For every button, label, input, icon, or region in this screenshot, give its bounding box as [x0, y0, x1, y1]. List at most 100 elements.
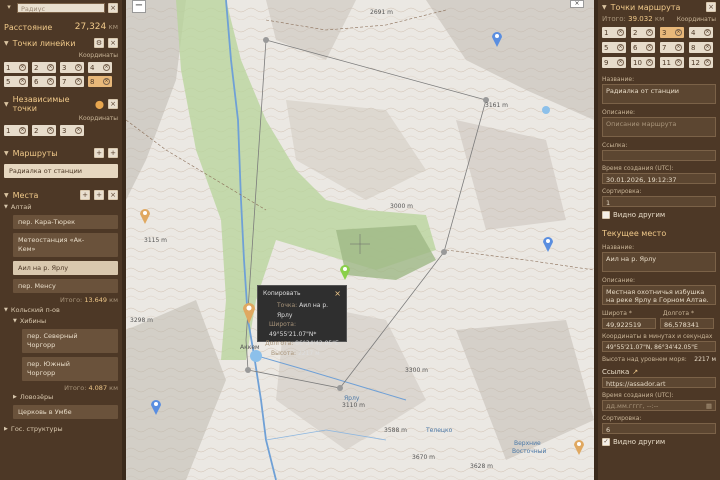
point-chip[interactable]: 8 × [88, 76, 112, 87]
place-item[interactable]: пер. Менсу [13, 279, 118, 293]
place-item[interactable]: пер. Кара-Тюрек [13, 215, 118, 229]
add-icon[interactable]: + [80, 190, 90, 200]
folder-lovozery[interactable]: ▶ Ловозёры [13, 393, 118, 401]
copy-button[interactable]: Копировать [263, 290, 300, 297]
place-marker-icon[interactable] [491, 30, 503, 48]
place-sort-field[interactable]: 6 [602, 423, 716, 434]
point-chip[interactable]: 3 × [60, 62, 84, 73]
point-chip[interactable]: 3 × [60, 125, 84, 136]
point-chip[interactable]: 5 × [4, 76, 28, 87]
place-item-selected[interactable]: Аил на р. Ярлу [13, 261, 118, 275]
radius-input[interactable]: Радиус [17, 3, 105, 13]
routes-header[interactable]: ▼ Маршруты + + [4, 148, 118, 158]
close-icon[interactable]: × [108, 99, 118, 109]
point-chip[interactable]: 1 × [4, 62, 28, 73]
point-chip[interactable]: 2 × [32, 125, 56, 136]
close-icon[interactable]: × [706, 2, 716, 12]
route-points-header[interactable]: ▼ Точки маршрута × [602, 2, 716, 12]
place-item[interactable]: пер. Южный Чоргорр [22, 357, 118, 381]
remove-icon[interactable]: × [646, 29, 653, 36]
place-item[interactable]: пер. Северный Чоргорр [22, 329, 118, 353]
remove-icon[interactable]: × [617, 59, 624, 66]
place-marker-icon[interactable] [542, 235, 554, 253]
map-view[interactable]: 2691 m 3161 m 3000 m 3115 m 3298 m 3300 … [126, 0, 594, 480]
indep-header[interactable]: ▼ Независимые точки ⬤ × [4, 95, 118, 113]
route-vertex[interactable] [263, 37, 269, 43]
places-header[interactable]: ▼ Места + + × [4, 190, 118, 200]
pin-icon[interactable]: ⬤ [95, 100, 104, 109]
point-chip[interactable]: 9 × [602, 57, 626, 68]
route-name-field[interactable]: Радиалка от станции [602, 84, 716, 104]
folder-gos[interactable]: ▶ Гос. структуры [4, 425, 118, 433]
remove-icon[interactable]: × [704, 44, 711, 51]
point-chip[interactable]: 7 × [60, 76, 84, 87]
place-item[interactable]: Церковь в Умбе [13, 405, 118, 419]
route-vertex[interactable] [245, 367, 251, 373]
point-chip[interactable]: 11 × [660, 57, 684, 68]
point-chip[interactable]: 2 × [32, 62, 56, 73]
route-link-field[interactable] [602, 150, 716, 161]
remove-icon[interactable]: × [646, 59, 653, 66]
coords-min-field[interactable]: 49°55'21.07"N, 86°34'42.05"E [602, 341, 716, 352]
remove-icon[interactable]: × [675, 44, 682, 51]
remove-icon[interactable]: × [646, 44, 653, 51]
remove-icon[interactable]: × [19, 78, 26, 85]
add-icon[interactable]: + [94, 148, 104, 158]
close-icon[interactable]: × [108, 3, 118, 13]
place-created-field[interactable]: дд.мм.гггг, --:-- ▦ [602, 400, 716, 411]
remove-icon[interactable]: × [675, 29, 682, 36]
route-vertex[interactable] [337, 385, 343, 391]
remove-icon[interactable]: × [675, 59, 682, 66]
place-marker-icon[interactable] [339, 263, 351, 281]
point-chip[interactable]: 10 × [631, 57, 655, 68]
route-item[interactable]: Радиалка от станции [4, 164, 118, 178]
point-chip[interactable]: 4 × [689, 27, 713, 38]
zoom-out-button[interactable]: − [132, 0, 146, 13]
route-sort-field[interactable]: 1 [602, 196, 716, 207]
calendar-icon[interactable]: ▦ [706, 402, 712, 410]
remove-icon[interactable]: × [704, 29, 711, 36]
close-icon[interactable]: × [570, 0, 584, 8]
point-chip[interactable]: 1 × [4, 125, 28, 136]
remove-icon[interactable]: × [617, 44, 624, 51]
close-icon[interactable]: × [334, 289, 341, 298]
route-created-field[interactable]: 30.01.2026, 19:12:37 [602, 173, 716, 184]
lon-field[interactable]: 86,578341 [660, 318, 714, 329]
folder-khibiny[interactable]: ▼ Хибины [13, 317, 118, 325]
route-vertex[interactable] [441, 249, 447, 255]
point-chip[interactable]: 4 × [88, 62, 112, 73]
place-item[interactable]: Метеостанция «Ак- Кем» [13, 233, 118, 257]
remove-icon[interactable]: × [103, 64, 110, 71]
remove-icon[interactable]: × [103, 78, 110, 85]
remove-icon[interactable]: × [47, 64, 54, 71]
ruler-header[interactable]: ▼ Точки линейки ⚙ × [4, 38, 118, 48]
remove-icon[interactable]: × [704, 59, 711, 66]
remove-icon[interactable]: × [617, 29, 624, 36]
point-chip[interactable]: 2 × [631, 27, 655, 38]
route-desc-field[interactable]: Описание маршрута [602, 117, 716, 137]
remove-icon[interactable]: × [75, 127, 82, 134]
remove-icon[interactable]: × [75, 78, 82, 85]
settings-icon[interactable]: ⚙ [94, 38, 104, 48]
point-chip[interactable]: 3 × [660, 27, 684, 38]
visible-checkbox[interactable] [602, 211, 610, 219]
add-folder-icon[interactable]: + [108, 148, 118, 158]
folder-kola[interactable]: ▼ Кольский п-ов [4, 306, 118, 314]
close-icon[interactable]: × [108, 38, 118, 48]
lat-field[interactable]: 49,922519 [602, 318, 656, 329]
remove-icon[interactable]: × [19, 127, 26, 134]
point-chip[interactable]: 1 × [602, 27, 626, 38]
external-link-icon[interactable]: ↗ [632, 368, 638, 376]
remove-icon[interactable]: × [75, 64, 82, 71]
point-chip[interactable]: 5 × [602, 42, 626, 53]
place-marker-icon[interactable] [150, 398, 162, 416]
place-marker-icon[interactable] [573, 438, 585, 456]
place-name-field[interactable]: Аил на р. Ярлу [602, 252, 716, 272]
remove-icon[interactable]: × [47, 127, 54, 134]
place-link-field[interactable]: https://assador.art [602, 377, 716, 388]
point-chip[interactable]: 6 × [32, 76, 56, 87]
remove-icon[interactable]: × [47, 78, 54, 85]
visible-checkbox-checked[interactable]: ✓ [602, 438, 610, 446]
place-desc-field[interactable]: Местная охотничья избушка на реке Ярлу в … [602, 285, 716, 305]
collapse-icon[interactable]: ▾ [4, 3, 14, 13]
